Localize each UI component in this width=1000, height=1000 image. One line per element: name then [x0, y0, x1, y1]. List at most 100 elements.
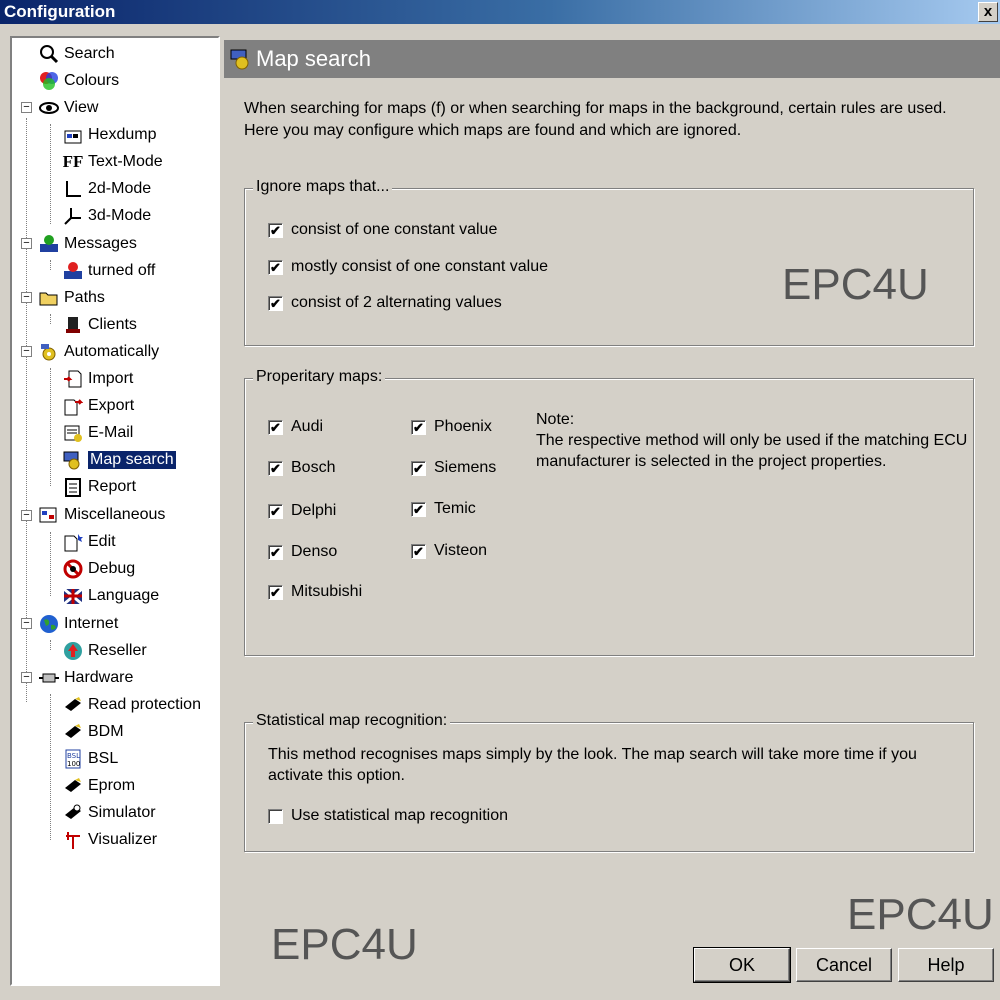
checkbox-box[interactable]: ✔ — [268, 222, 283, 238]
tree-item-hexdump[interactable]: Hexdump — [62, 122, 156, 148]
phoenix-checkbox[interactable]: ✔ Phoenix — [411, 418, 492, 436]
tree-item-report[interactable]: Report — [62, 474, 136, 500]
ok-button[interactable]: OK — [693, 947, 791, 983]
checkbox-label: Visteon — [434, 542, 488, 559]
tree-item-visualizer[interactable]: Visualizer — [62, 827, 157, 853]
checkbox-box[interactable]: ✔ — [268, 259, 283, 275]
map-search-icon — [230, 48, 252, 70]
tree-item-paths[interactable]: Paths — [38, 285, 105, 311]
tree-item-label: Debug — [88, 560, 136, 577]
checkbox-box[interactable]: ✔ — [268, 460, 283, 476]
tree-item-import[interactable]: Import — [62, 366, 133, 392]
checkbox-box[interactable]: ✔ — [268, 503, 283, 519]
tree-item-simulator[interactable]: Simulator — [62, 800, 156, 826]
checkbox-label: Phoenix — [434, 418, 492, 435]
tree-item-label: E-Mail — [88, 424, 134, 441]
tree-item-2d-mode[interactable]: 2d-Mode — [62, 176, 151, 202]
checkbox-label: consist of 2 alternating values — [291, 294, 502, 311]
tree-item-hardware[interactable]: Hardware — [38, 665, 133, 691]
clients-icon — [62, 314, 84, 336]
checkbox-box[interactable]: ✔ — [268, 584, 283, 600]
3d-axis-icon — [62, 205, 84, 227]
tree-item-language[interactable]: Language — [62, 583, 159, 609]
folder-icon — [38, 287, 60, 309]
note-title: Note: — [536, 411, 575, 428]
tree-item-label: Language — [88, 587, 160, 604]
tree-item-bsl[interactable]: BSL 100 BSL — [62, 746, 118, 772]
temic-checkbox[interactable]: ✔ Temic — [411, 500, 476, 518]
checkbox-box[interactable] — [268, 808, 283, 824]
note-line: manufacturer is selected in the project … — [536, 453, 887, 470]
miscellaneous-icon — [38, 504, 60, 526]
tree-item-view[interactable]: View — [38, 95, 98, 121]
checkbox-box[interactable]: ✔ — [268, 295, 283, 311]
internet-collapse-toggle[interactable]: − — [21, 618, 32, 629]
tree-item-turned-off[interactable]: turned off — [62, 258, 155, 284]
audi-checkbox[interactable]: ✔ Audi — [268, 418, 323, 436]
tree-item-email[interactable]: E-Mail — [62, 420, 133, 446]
help-button[interactable]: Help — [898, 948, 994, 982]
visteon-checkbox[interactable]: ✔ Visteon — [411, 542, 487, 560]
view-collapse-toggle[interactable]: − — [21, 102, 32, 113]
checkbox-box[interactable]: ✔ — [268, 419, 283, 435]
bosch-checkbox[interactable]: ✔ Bosch — [268, 459, 335, 477]
siemens-checkbox[interactable]: ✔ Siemens — [411, 459, 496, 477]
turned-off-icon — [62, 260, 84, 282]
tree-item-clients[interactable]: Clients — [62, 312, 137, 338]
chip-icon — [62, 694, 84, 716]
tree-item-map-search[interactable]: Map search — [62, 447, 176, 473]
checkbox-box[interactable]: ✔ — [411, 501, 426, 517]
tree-item-label: Eprom — [88, 777, 136, 794]
checkbox-box[interactable]: ✔ — [268, 544, 283, 560]
close-button[interactable]: x — [978, 2, 998, 22]
group-title: Ignore maps that... — [253, 178, 393, 196]
ignore-mostly-constant-checkbox[interactable]: ✔ mostly consist of one constant value — [268, 258, 548, 276]
tree-item-edit[interactable]: Edit — [62, 529, 116, 555]
tree-item-debug[interactable]: Debug — [62, 556, 135, 582]
tree-item-reseller[interactable]: Reseller — [62, 638, 147, 664]
hardware-collapse-toggle[interactable]: − — [21, 672, 32, 683]
import-icon — [62, 368, 84, 390]
ignore-alternating-checkbox[interactable]: ✔ consist of 2 alternating values — [268, 294, 502, 312]
tree-item-eprom[interactable]: Eprom — [62, 773, 135, 799]
tree-item-search[interactable]: Search — [38, 41, 115, 67]
messages-icon — [38, 233, 60, 255]
tree-item-messages[interactable]: Messages — [38, 231, 137, 257]
delphi-checkbox[interactable]: ✔ Delphi — [268, 502, 336, 520]
tree-item-label: 2d-Mode — [88, 180, 152, 197]
text-mode-icon: FF — [62, 152, 84, 171]
automatically-collapse-toggle[interactable]: − — [21, 346, 32, 357]
miscellaneous-collapse-toggle[interactable]: − — [21, 510, 32, 521]
tree-item-read-protection[interactable]: Read protection — [62, 692, 201, 718]
cancel-button[interactable]: Cancel — [796, 948, 892, 982]
paths-collapse-toggle[interactable]: − — [21, 292, 32, 303]
note-text: Note: The respective method will only be… — [536, 409, 967, 472]
group-title: Statistical map recognition: — [253, 712, 451, 730]
statistical-recognition-checkbox[interactable]: Use statistical map recognition — [268, 807, 508, 825]
checkbox-label: Delphi — [291, 502, 337, 519]
ignore-constant-checkbox[interactable]: ✔ consist of one constant value — [268, 221, 497, 239]
tree-item-export[interactable]: Export — [62, 393, 134, 419]
tree-item-label: Paths — [64, 289, 105, 306]
panel-header: Map search — [224, 40, 1000, 78]
tree-item-colours[interactable]: Colours — [38, 68, 119, 94]
tree-item-label: Clients — [88, 316, 137, 333]
tree-item-automatically[interactable]: Automatically — [38, 339, 159, 365]
tree-item-3d-mode[interactable]: 3d-Mode — [62, 203, 151, 229]
checkbox-box[interactable]: ✔ — [411, 543, 426, 559]
checkbox-label: Mitsubishi — [291, 583, 363, 600]
colours-icon — [38, 70, 60, 92]
mitsubishi-checkbox[interactable]: ✔ Mitsubishi — [268, 583, 362, 601]
messages-collapse-toggle[interactable]: − — [21, 238, 32, 249]
tree-item-label: Colours — [64, 72, 120, 89]
tree-item-internet[interactable]: Internet — [38, 611, 118, 637]
tree-item-miscellaneous[interactable]: Miscellaneous — [38, 502, 165, 528]
checkbox-box[interactable]: ✔ — [411, 419, 426, 435]
tree-item-bdm[interactable]: BDM — [62, 719, 124, 745]
checkbox-box[interactable]: ✔ — [411, 460, 426, 476]
group-title: Properitary maps: — [253, 368, 386, 386]
epc4u-watermark: EPC4U — [782, 260, 929, 309]
denso-checkbox[interactable]: ✔ Denso — [268, 543, 337, 561]
tree-item-text-mode[interactable]: FF Text-Mode — [62, 149, 163, 175]
epc4u-watermark: EPC4U — [271, 920, 418, 969]
